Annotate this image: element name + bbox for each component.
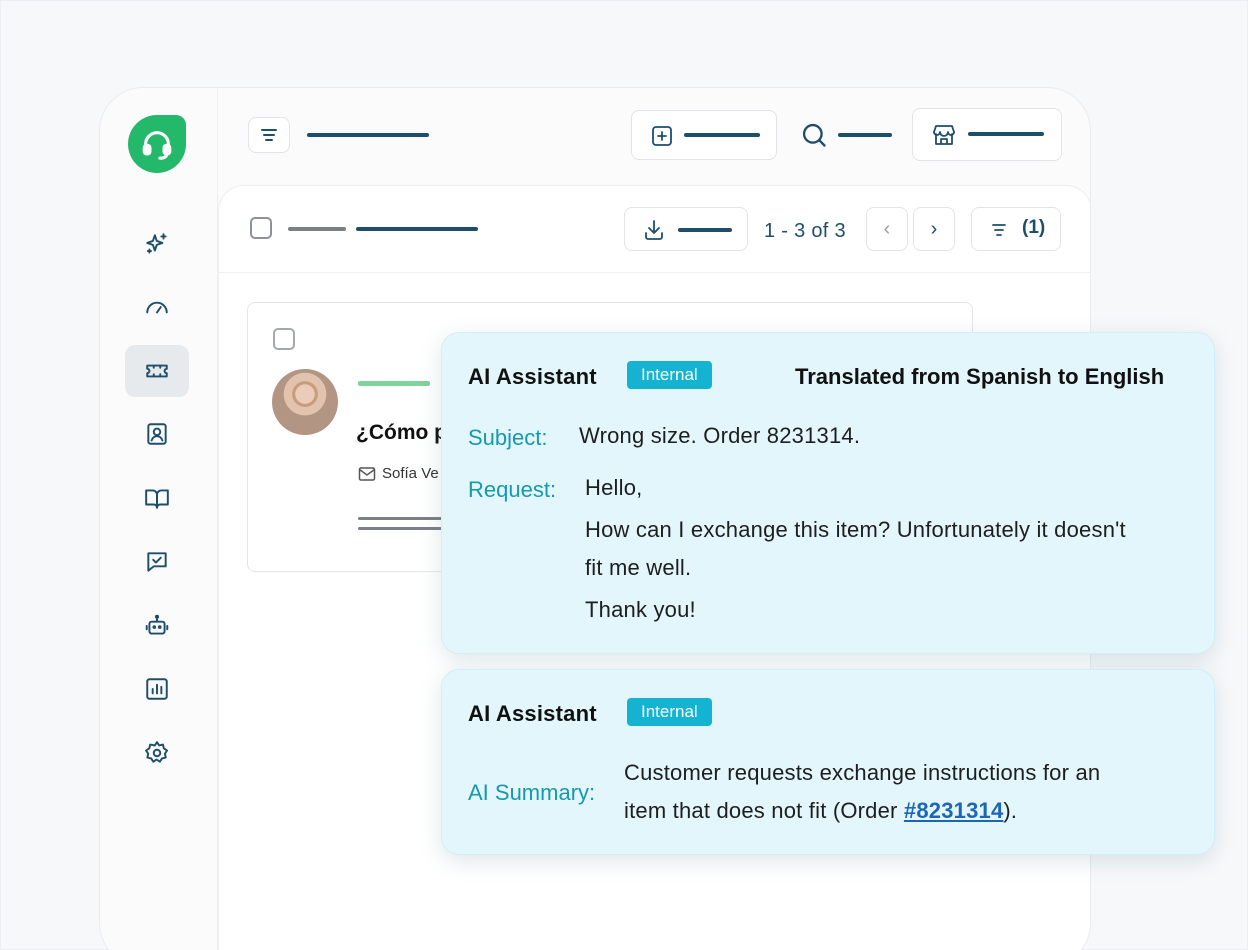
prev-page-button[interactable]: ‹ [866, 207, 908, 251]
summary-line-2-suffix: ). [1003, 798, 1018, 823]
subject-label: Subject: [468, 425, 548, 450]
gauge-icon [146, 301, 168, 314]
divider [219, 272, 1090, 273]
pagination-label: 1 - 3 of 3 [764, 220, 846, 242]
headset-logo-icon[interactable] [128, 115, 186, 173]
request-line-1: Hello, [585, 475, 643, 500]
ticket-title: ¿Cómo p [356, 421, 447, 444]
summary-line-2-text: item that does not fit (Order [624, 798, 904, 823]
select-all-checkbox[interactable] [250, 217, 272, 239]
book-icon [145, 489, 169, 509]
placeholder-title-line [307, 133, 429, 137]
ai-summary-card: AI Assistant Internal AI Summary: Custom… [441, 669, 1215, 855]
ai-card-title: AI Assistant [468, 701, 597, 726]
chart-icon [146, 678, 168, 700]
sidebar-item-settings[interactable] [125, 727, 189, 779]
ticket-checkbox[interactable] [273, 328, 295, 350]
add-button[interactable] [631, 110, 777, 160]
internal-badge: Internal [627, 698, 712, 726]
filter-count: (1) [1022, 217, 1046, 238]
download-icon [645, 220, 663, 240]
sidebar-item-knowledge[interactable] [125, 472, 189, 524]
order-link[interactable]: #8231314 [904, 798, 1003, 823]
mail-icon [358, 467, 376, 481]
next-page-button[interactable]: › [913, 207, 955, 251]
request-label: Request: [468, 477, 557, 502]
summary-line-2: item that does not fit (Order #8231314). [624, 792, 1017, 830]
subject-value: Wrong size. Order 8231314. [579, 423, 861, 448]
contact-icon [147, 423, 167, 445]
filter-icon [992, 224, 1006, 236]
sidebar [100, 88, 218, 950]
request-line-4: Thank you! [585, 597, 696, 622]
filter-lines-icon [261, 129, 277, 141]
request-line-2: How can I exchange this item? Unfortunat… [585, 517, 1126, 542]
ticket-icon [146, 364, 168, 378]
avatar [272, 369, 338, 435]
search-icon[interactable] [800, 121, 828, 149]
bot-icon [145, 614, 169, 635]
sidebar-item-tickets[interactable] [125, 345, 189, 397]
store-icon [933, 125, 955, 145]
chat-check-icon [147, 552, 167, 572]
translation-note: Translated from Spanish to English [795, 364, 1165, 389]
search-placeholder-line [838, 133, 892, 137]
filter-button[interactable]: (1) [971, 207, 1061, 251]
sidebar-item-bots[interactable] [125, 600, 189, 652]
internal-badge: Internal [627, 361, 712, 389]
sidebar-item-ai[interactable] [125, 218, 189, 270]
sidebar-item-dashboard[interactable] [125, 281, 189, 333]
store-button[interactable] [912, 108, 1062, 161]
menu-button[interactable] [248, 117, 290, 153]
summary-label: AI Summary: [468, 780, 596, 805]
request-line-3: fit me well. [585, 555, 692, 580]
ai-translation-card: AI Assistant Internal Translated from Sp… [441, 332, 1215, 654]
status-pill [358, 381, 430, 386]
plus-square-icon [652, 126, 672, 146]
sidebar-item-reports[interactable] [125, 663, 189, 715]
sidebar-item-contacts[interactable] [125, 408, 189, 460]
sparkles-icon [146, 233, 167, 254]
download-button[interactable] [624, 207, 748, 251]
summary-line-1: Customer requests exchange instructions … [624, 760, 1101, 785]
gear-icon [145, 741, 169, 763]
ticket-sender: Sofía Ve [382, 465, 439, 482]
canvas: 1 - 3 of 3 ‹ › (1) ¿Cómo p Sofía Ve AI A… [0, 0, 1248, 950]
ai-card-title: AI Assistant [468, 364, 597, 389]
sidebar-item-conversations[interactable] [125, 536, 189, 588]
